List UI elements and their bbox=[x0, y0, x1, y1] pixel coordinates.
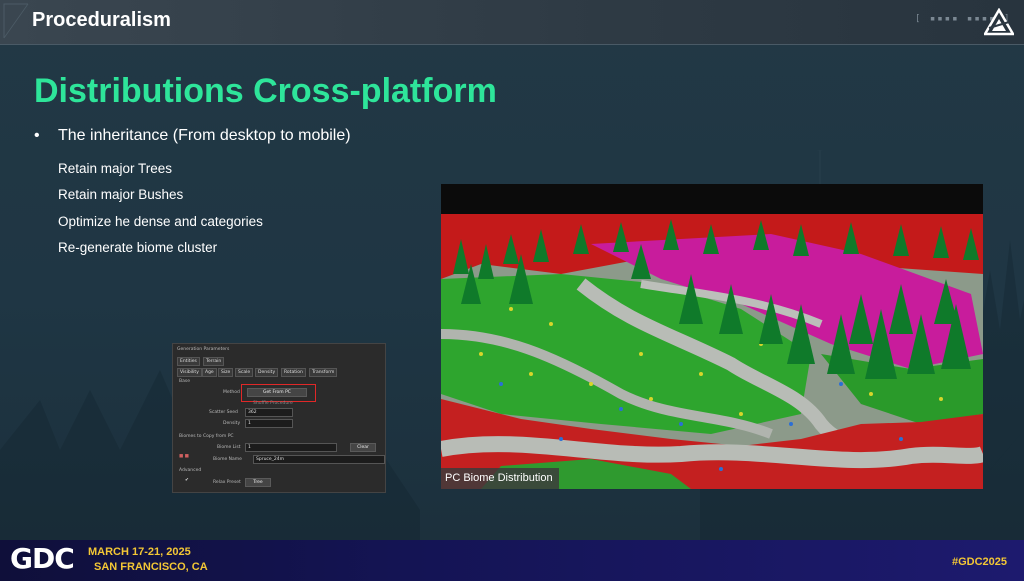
tab-density: Density bbox=[255, 368, 279, 377]
tab-transform: Transform bbox=[309, 368, 338, 377]
slide: Proceduralism [ ▪▪▪▪ ▪▪▪▪ ] Distribution… bbox=[0, 0, 1024, 581]
tab-scale: Scale bbox=[235, 368, 254, 377]
seed-field: 362 bbox=[245, 408, 293, 417]
biome-list-field: 1 bbox=[245, 443, 337, 452]
terrain-illustration bbox=[441, 184, 983, 489]
tab-size: Size bbox=[218, 368, 234, 377]
sub-item: Retain major Trees bbox=[58, 161, 173, 176]
relax-label: Relax Preset bbox=[213, 480, 241, 485]
biome-list-label: Biome List bbox=[217, 445, 241, 450]
method-label: Method bbox=[223, 390, 240, 395]
tab-entities: Entities bbox=[177, 357, 200, 366]
section-base: Base bbox=[179, 379, 190, 384]
sub-item: Re-generate biome cluster bbox=[58, 240, 218, 255]
company-logo-icon bbox=[984, 8, 1014, 36]
bullet-dot-icon: • bbox=[34, 127, 40, 144]
tab-age: Age bbox=[202, 368, 217, 377]
density-label: Density bbox=[223, 421, 241, 426]
method-highlight-box bbox=[241, 384, 316, 402]
event-date: MARCH 17-21, 2025 bbox=[88, 546, 191, 558]
header-bar: Proceduralism [ ▪▪▪▪ ▪▪▪▪ ] bbox=[0, 0, 1024, 45]
panel-title: Generation Parameters bbox=[177, 347, 230, 352]
event-hashtag: #GDC2025 bbox=[952, 556, 1008, 568]
relax-dropdown: Tree bbox=[245, 478, 271, 487]
generation-parameters-panel: Generation Parameters Entities Terrain V… bbox=[172, 343, 386, 493]
clear-button: Clear bbox=[350, 443, 376, 452]
biome-name-label: Biome Name bbox=[213, 457, 242, 462]
sub-item: Optimize he dense and categories bbox=[58, 214, 263, 229]
tab-visibility: Visibility bbox=[177, 368, 202, 377]
bullet-item: • The inheritance (From desktop to mobile… bbox=[34, 127, 351, 145]
seed-label: Scatter Seed bbox=[209, 410, 238, 415]
event-location: SAN FRANCISCO, CA bbox=[94, 561, 208, 573]
density-field: 1 bbox=[245, 419, 293, 428]
biome-distribution-render: PC Biome Distribution bbox=[441, 184, 983, 489]
slide-title: Distributions Cross-platform bbox=[34, 72, 497, 110]
biome-name-field: Spruce_24m bbox=[253, 455, 385, 464]
sub-item: Retain major Bushes bbox=[58, 187, 184, 202]
tab-rotation: Rotation bbox=[281, 368, 306, 377]
header-title: Proceduralism bbox=[32, 9, 171, 31]
color-swatch-icon: ■ ■ bbox=[179, 454, 189, 459]
image-caption: PC Biome Distribution bbox=[441, 468, 559, 489]
checkbox-checked-icon: ✔ bbox=[185, 478, 189, 483]
corner-decoration bbox=[3, 3, 29, 39]
method-hint: Shuffle Procedure bbox=[253, 401, 293, 406]
gdc-logo: GDC bbox=[10, 542, 75, 575]
footer-bar: GDC MARCH 17-21, 2025 SAN FRANCISCO, CA … bbox=[0, 540, 1024, 581]
biomes-section-label: Biomes to Copy from PC bbox=[179, 434, 234, 439]
bullet-text: The inheritance (From desktop to mobile) bbox=[58, 127, 351, 144]
advanced-section-label: Advanced bbox=[179, 468, 202, 473]
tab-terrain: Terrain bbox=[203, 357, 225, 366]
